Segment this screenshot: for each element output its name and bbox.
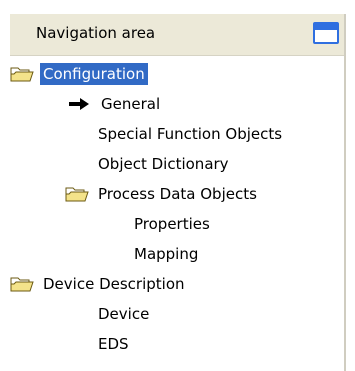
- folder-open-icon: [10, 67, 34, 82]
- tree-item-label: Properties: [134, 215, 210, 233]
- tree-item-label: Mapping: [134, 245, 199, 263]
- tree-item-label: Special Function Objects: [98, 125, 283, 143]
- tree-item-label: Device: [98, 305, 150, 323]
- tree-item-eds[interactable]: EDS: [95, 329, 132, 359]
- tree-item-properties[interactable]: Properties: [131, 209, 213, 239]
- navigation-title: Navigation area: [36, 24, 156, 42]
- tree-item-label: General: [101, 95, 161, 113]
- arrow-right-icon: [69, 98, 89, 110]
- navigation-panel: Navigation area Configuration General Sp…: [0, 0, 355, 371]
- folder-open-icon: [10, 277, 34, 292]
- tree-item-configuration[interactable]: Configuration: [10, 59, 148, 89]
- tree-item-label: Object Dictionary: [98, 155, 229, 173]
- tree-item-special-function-objects[interactable]: Special Function Objects: [95, 119, 285, 149]
- tree-item-general[interactable]: General: [68, 89, 163, 119]
- tree-item-label: Device Description: [43, 275, 185, 293]
- tree-item-device[interactable]: Device: [95, 299, 152, 329]
- tree-item-label: EDS: [98, 335, 129, 353]
- tree-item-object-dictionary[interactable]: Object Dictionary: [95, 149, 232, 179]
- panel-border: [344, 14, 346, 371]
- tree-item-label: Process Data Objects: [98, 185, 257, 203]
- tree-item-process-data-objects[interactable]: Process Data Objects: [65, 179, 260, 209]
- window-restore-icon[interactable]: [313, 22, 339, 44]
- folder-open-icon: [65, 187, 89, 202]
- tree-item-label: Configuration: [40, 63, 148, 85]
- navigation-header: Navigation area: [10, 14, 345, 56]
- tree-item-device-description[interactable]: Device Description: [10, 269, 188, 299]
- tree-item-mapping[interactable]: Mapping: [131, 239, 201, 269]
